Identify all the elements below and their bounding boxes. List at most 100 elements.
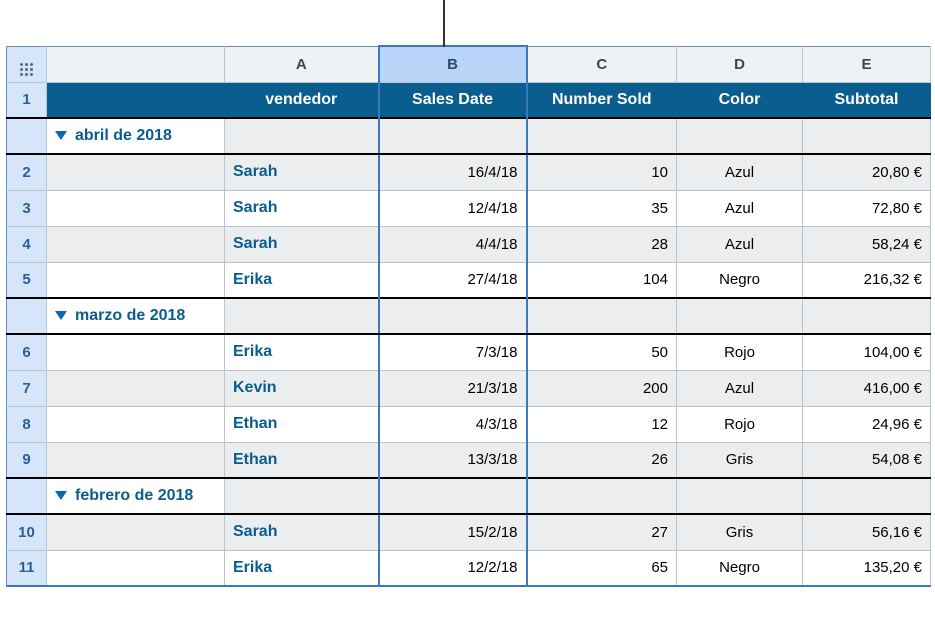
category-cell[interactable] <box>47 154 225 190</box>
disclosure-triangle-icon[interactable] <box>55 491 67 500</box>
category-cell[interactable] <box>47 226 225 262</box>
category-cell[interactable] <box>47 334 225 370</box>
row-number[interactable] <box>7 298 47 334</box>
row-number[interactable]: 3 <box>7 190 47 226</box>
number-cell[interactable]: 10 <box>527 154 677 190</box>
group-blank-cell[interactable] <box>225 478 379 514</box>
header-date[interactable]: Sales Date <box>379 82 527 118</box>
number-cell[interactable]: 200 <box>527 370 677 406</box>
row-number[interactable]: 2 <box>7 154 47 190</box>
color-cell[interactable]: Negro <box>677 262 803 298</box>
subtotal-cell[interactable]: 24,96 € <box>803 406 931 442</box>
subtotal-cell[interactable]: 58,24 € <box>803 226 931 262</box>
number-cell[interactable]: 104 <box>527 262 677 298</box>
color-cell[interactable]: Rojo <box>677 334 803 370</box>
select-all-corner[interactable] <box>7 46 47 82</box>
group-blank-cell[interactable] <box>379 478 527 514</box>
vendor-cell[interactable]: Erika <box>225 262 379 298</box>
category-column-header[interactable] <box>47 46 225 82</box>
number-cell[interactable]: 50 <box>527 334 677 370</box>
group-blank-cell[interactable] <box>225 118 379 154</box>
date-cell[interactable]: 12/2/18 <box>379 550 527 586</box>
date-cell[interactable]: 27/4/18 <box>379 262 527 298</box>
date-cell[interactable]: 4/3/18 <box>379 406 527 442</box>
category-cell[interactable] <box>47 442 225 478</box>
date-cell[interactable]: 16/4/18 <box>379 154 527 190</box>
group-blank-cell[interactable] <box>527 298 677 334</box>
subtotal-cell[interactable]: 72,80 € <box>803 190 931 226</box>
subtotal-cell[interactable]: 216,32 € <box>803 262 931 298</box>
vendor-cell[interactable]: Erika <box>225 334 379 370</box>
number-cell[interactable]: 35 <box>527 190 677 226</box>
group-blank-cell[interactable] <box>677 118 803 154</box>
date-cell[interactable]: 15/2/18 <box>379 514 527 550</box>
disclosure-triangle-icon[interactable] <box>55 311 67 320</box>
number-cell[interactable]: 26 <box>527 442 677 478</box>
row-number[interactable] <box>7 478 47 514</box>
header-number[interactable]: Number Sold <box>527 82 677 118</box>
color-cell[interactable]: Azul <box>677 190 803 226</box>
vendor-cell[interactable]: Ethan <box>225 442 379 478</box>
group-label-cell[interactable]: febrero de 2018 <box>47 478 225 514</box>
color-cell[interactable]: Azul <box>677 370 803 406</box>
vendor-cell[interactable]: Sarah <box>225 226 379 262</box>
column-header-d[interactable]: D <box>677 46 803 82</box>
group-blank-cell[interactable] <box>803 118 931 154</box>
vendor-cell[interactable]: Sarah <box>225 154 379 190</box>
color-cell[interactable]: Gris <box>677 442 803 478</box>
header-color[interactable]: Color <box>677 82 803 118</box>
category-cell[interactable] <box>47 406 225 442</box>
category-cell[interactable] <box>47 514 225 550</box>
color-cell[interactable]: Azul <box>677 226 803 262</box>
category-cell[interactable] <box>47 370 225 406</box>
date-cell[interactable]: 12/4/18 <box>379 190 527 226</box>
header-subtotal[interactable]: Subtotal <box>803 82 931 118</box>
color-cell[interactable]: Rojo <box>677 406 803 442</box>
number-cell[interactable]: 27 <box>527 514 677 550</box>
category-cell[interactable] <box>47 550 225 586</box>
color-cell[interactable]: Azul <box>677 154 803 190</box>
row-number[interactable]: 9 <box>7 442 47 478</box>
disclosure-triangle-icon[interactable] <box>55 131 67 140</box>
color-cell[interactable]: Gris <box>677 514 803 550</box>
row-number[interactable]: 4 <box>7 226 47 262</box>
row-number[interactable]: 6 <box>7 334 47 370</box>
column-header-b[interactable]: B <box>379 46 527 82</box>
vendor-cell[interactable]: Sarah <box>225 190 379 226</box>
row-number[interactable]: 5 <box>7 262 47 298</box>
row-number[interactable]: 7 <box>7 370 47 406</box>
group-blank-cell[interactable] <box>803 478 931 514</box>
date-cell[interactable]: 21/3/18 <box>379 370 527 406</box>
category-cell[interactable] <box>47 262 225 298</box>
row-number[interactable]: 11 <box>7 550 47 586</box>
vendor-cell[interactable]: Erika <box>225 550 379 586</box>
row-number[interactable]: 8 <box>7 406 47 442</box>
subtotal-cell[interactable]: 54,08 € <box>803 442 931 478</box>
number-cell[interactable]: 65 <box>527 550 677 586</box>
group-label-cell[interactable]: marzo de 2018 <box>47 298 225 334</box>
vendor-cell[interactable]: Ethan <box>225 406 379 442</box>
group-blank-cell[interactable] <box>527 478 677 514</box>
subtotal-cell[interactable]: 56,16 € <box>803 514 931 550</box>
vendor-cell[interactable]: Sarah <box>225 514 379 550</box>
subtotal-cell[interactable]: 416,00 € <box>803 370 931 406</box>
subtotal-cell[interactable]: 20,80 € <box>803 154 931 190</box>
group-blank-cell[interactable] <box>803 298 931 334</box>
subtotal-cell[interactable]: 104,00 € <box>803 334 931 370</box>
row-number[interactable] <box>7 118 47 154</box>
vendor-cell[interactable]: Kevin <box>225 370 379 406</box>
date-cell[interactable]: 4/4/18 <box>379 226 527 262</box>
group-blank-cell[interactable] <box>677 298 803 334</box>
subtotal-cell[interactable]: 135,20 € <box>803 550 931 586</box>
column-header-c[interactable]: C <box>527 46 677 82</box>
category-cell[interactable] <box>47 190 225 226</box>
row-number[interactable]: 1 <box>7 82 47 118</box>
header-vendor[interactable]: vendedor <box>225 82 379 118</box>
color-cell[interactable]: Negro <box>677 550 803 586</box>
group-label-cell[interactable]: abril de 2018 <box>47 118 225 154</box>
group-blank-cell[interactable] <box>379 118 527 154</box>
group-blank-cell[interactable] <box>225 298 379 334</box>
row-number[interactable]: 10 <box>7 514 47 550</box>
number-cell[interactable]: 28 <box>527 226 677 262</box>
date-cell[interactable]: 13/3/18 <box>379 442 527 478</box>
